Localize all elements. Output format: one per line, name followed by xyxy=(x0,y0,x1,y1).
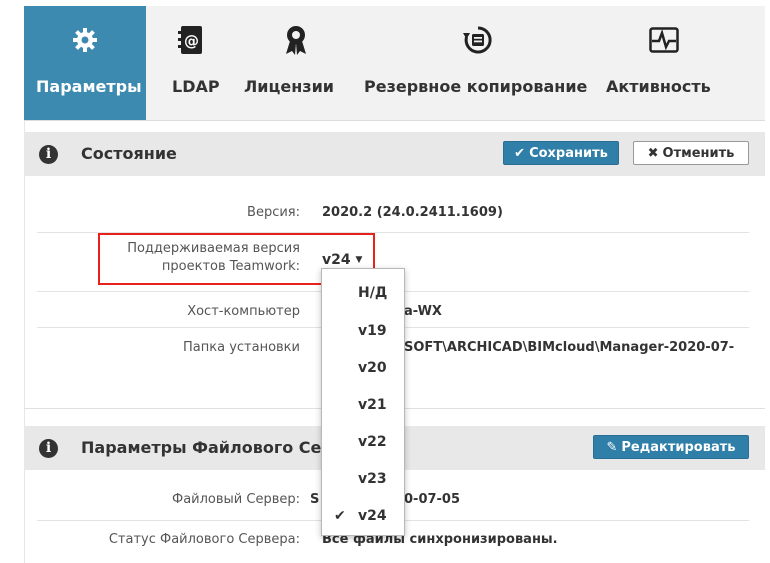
tab-activity[interactable]: Активность xyxy=(602,6,726,120)
section-title: Параметры Файлового Се xyxy=(81,438,322,457)
tab-label: Активность xyxy=(606,77,711,96)
dropdown-option-v21[interactable]: v21 xyxy=(322,391,404,421)
version-label: Версия: xyxy=(247,205,300,220)
tab-licenses[interactable]: Лицензии xyxy=(236,6,356,120)
host-label: Хост-компьютер xyxy=(187,304,300,319)
tab-label: Резервное копирование xyxy=(364,77,588,96)
svg-text:@: @ xyxy=(184,32,199,50)
section-title: Состояние xyxy=(81,144,177,163)
version-value: 2020.2 (24.0.2411.1609) xyxy=(322,205,503,220)
save-button[interactable]: ✔ Сохранить xyxy=(503,141,619,165)
tab-label: LDAP xyxy=(172,77,220,96)
dropdown-option-v24[interactable]: ✔ v24 xyxy=(322,502,404,532)
tab-ldap[interactable]: @ LDAP xyxy=(156,6,226,120)
address-book-icon: @ xyxy=(171,20,211,60)
tab-label: Параметры xyxy=(36,77,142,96)
info-icon: i xyxy=(39,145,58,164)
edit-button[interactable]: ✎ Редактировать xyxy=(593,435,749,459)
dropdown-option-v23[interactable]: v23 xyxy=(322,465,404,495)
file-server-value-prefix: S xyxy=(310,492,320,507)
tab-backup[interactable]: Резервное копирование xyxy=(362,6,594,120)
check-icon: ✔ xyxy=(514,145,526,161)
file-server-status-label: Статус Файлового Сервера: xyxy=(108,532,300,547)
gear-icon xyxy=(65,20,105,60)
dropdown-option-na[interactable]: Н/Д xyxy=(322,279,404,309)
tab-label: Лицензии xyxy=(244,77,334,96)
dropdown-option-v19[interactable]: v19 xyxy=(322,317,404,347)
top-tab-bar: Параметры @ LDAP Лицензии Резервное копи… xyxy=(24,6,765,121)
checkmark-icon: ✔ xyxy=(334,508,346,524)
install-folder-label: Папка установки xyxy=(183,340,300,355)
cancel-button[interactable]: ✖ Отменить xyxy=(633,141,749,165)
dropdown-option-v22[interactable]: v22 xyxy=(322,428,404,458)
pencil-icon: ✎ xyxy=(606,439,618,455)
activity-pulse-icon xyxy=(644,20,684,60)
close-icon: ✖ xyxy=(647,145,659,161)
file-server-label: Файловый Сервер: xyxy=(172,492,300,507)
file-server-value: 0-07-05 xyxy=(404,492,461,507)
version-dropdown-menu: Н/Д v19 v20 v21 v22 v23 ✔ v24 xyxy=(321,268,405,536)
host-value: a-WX xyxy=(404,304,442,319)
info-icon: i xyxy=(39,439,58,458)
dropdown-option-v20[interactable]: v20 xyxy=(322,354,404,384)
tab-parameters[interactable]: Параметры xyxy=(24,6,146,120)
award-ribbon-icon xyxy=(276,20,316,60)
backup-restore-icon xyxy=(458,20,498,60)
install-folder-value: SOFT\ARCHICAD\BIMcloud\Manager-2020-07- xyxy=(404,340,735,355)
